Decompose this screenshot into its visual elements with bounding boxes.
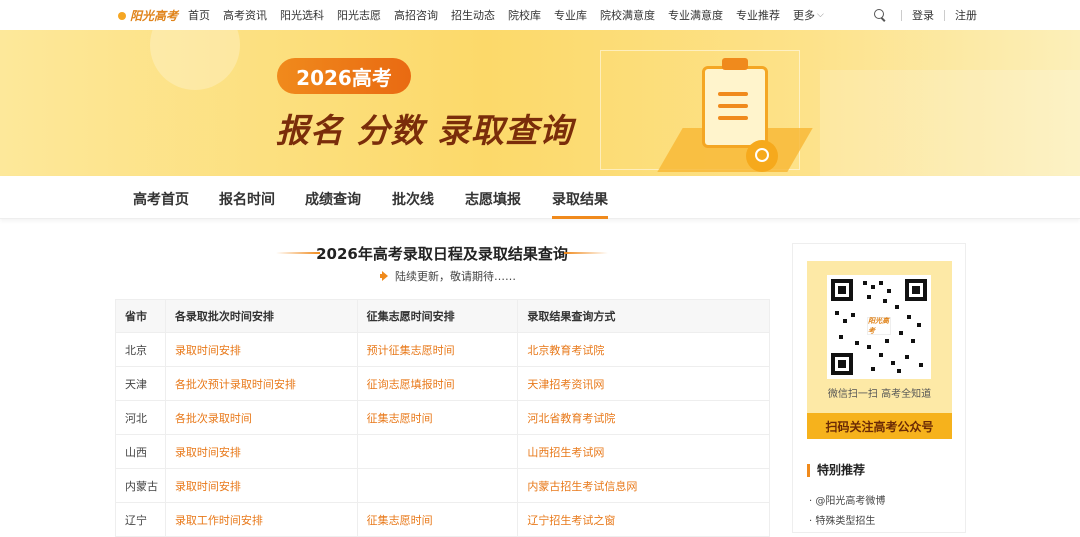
batch-schedule-link[interactable]: 各批次预计录取时间安排 bbox=[164, 366, 358, 401]
speaker-icon bbox=[380, 271, 390, 281]
nav-more[interactable]: 更多 ⌵ bbox=[793, 7, 837, 23]
qr-caption: 微信扫一扫 高考全知道 bbox=[827, 389, 932, 400]
province-cell: 河北 bbox=[115, 400, 166, 435]
recommend-list: · @阳光高考微博 · 特殊类型招生 bbox=[809, 492, 885, 532]
login-link[interactable]: 登录 bbox=[912, 7, 934, 23]
nav-item-subject-selection[interactable]: 阳光选科 bbox=[280, 7, 324, 23]
column-header: 各录取批次时间安排 bbox=[164, 299, 358, 333]
qr-code: 阳光高考 bbox=[827, 275, 931, 379]
batch-schedule-link[interactable]: 录取时间安排 bbox=[164, 434, 358, 469]
title-decor-line bbox=[276, 252, 320, 254]
banner-decoration bbox=[150, 30, 240, 90]
province-cell: 天津 bbox=[115, 366, 166, 401]
table-row: 天津 各批次预计录取时间安排 征询志愿填报时间 天津招考资讯网 bbox=[115, 366, 770, 401]
batch-schedule-link[interactable]: 录取时间安排 bbox=[164, 468, 358, 503]
nav-item-enroll-news[interactable]: 招生动态 bbox=[451, 7, 495, 23]
search-icon[interactable] bbox=[873, 8, 887, 22]
province-cell: 内蒙古 bbox=[115, 468, 166, 503]
recommend-link-label: @阳光高考微博 bbox=[815, 496, 886, 507]
nav-item-volunteer[interactable]: 阳光志愿 bbox=[337, 7, 381, 23]
table-row: 北京 录取时间安排 预计征集志愿时间 北京教育考试院 bbox=[115, 332, 770, 367]
tab-volunteer-fill[interactable]: 志愿填报 bbox=[465, 189, 521, 209]
nav-item-news[interactable]: 高考资讯 bbox=[223, 7, 267, 23]
wechat-qr-card: 阳光高考 微信扫一扫 高考全知道 扫码关注高考公众号 bbox=[807, 261, 952, 439]
province-cell: 辽宁 bbox=[115, 502, 166, 537]
divider bbox=[944, 9, 945, 21]
tab-admission-result[interactable]: 录取结果 bbox=[552, 189, 608, 219]
recommend-link-label: 特殊类型招生 bbox=[815, 516, 876, 527]
register-link[interactable]: 注册 bbox=[955, 7, 977, 23]
result-query-link[interactable]: 内蒙古招生考试信息网 bbox=[517, 468, 770, 503]
follow-official-account-button[interactable]: 扫码关注高考公众号 bbox=[807, 413, 952, 439]
section-title-text: 2026年高考录取日程及录取结果查询 bbox=[316, 245, 568, 263]
admission-schedule-table: 省市 各录取批次时间安排 征集志愿时间安排 录取结果查询方式 北京 录取时间安排… bbox=[115, 299, 770, 537]
logo-text: 阳光高考 bbox=[130, 8, 179, 23]
top-navbar: 阳光高考 首页 高考资讯 阳光选科 阳光志愿 高招咨询 招生动态 院校库 专业库… bbox=[0, 0, 1080, 30]
solicit-schedule-link[interactable]: 征集志愿时间 bbox=[356, 400, 519, 435]
result-query-link[interactable]: 辽宁招生考试之窗 bbox=[517, 502, 770, 537]
tab-gaokao-home[interactable]: 高考首页 bbox=[133, 189, 189, 209]
table-row: 山西 录取时间安排 山西招生考试网 bbox=[115, 434, 770, 469]
qr-logo: 阳光高考 bbox=[867, 316, 891, 335]
nav-item-consult[interactable]: 高招咨询 bbox=[394, 7, 438, 23]
solicit-schedule-cell bbox=[356, 434, 519, 469]
nav-item-school-satisfaction[interactable]: 院校满意度 bbox=[600, 7, 655, 23]
nav-item-major-db[interactable]: 专业库 bbox=[554, 7, 587, 23]
province-cell: 山西 bbox=[115, 434, 166, 469]
update-notice: 陆续更新，敬请期待…… bbox=[380, 268, 516, 284]
chevron-down-icon: ⌵ bbox=[817, 10, 824, 20]
province-cell: 北京 bbox=[115, 332, 166, 367]
divider bbox=[901, 9, 902, 21]
solicit-schedule-link[interactable]: 预计征集志愿时间 bbox=[356, 332, 519, 367]
banner-headline: 报名 分数 录取查询 bbox=[276, 111, 573, 150]
solicit-schedule-cell bbox=[356, 468, 519, 503]
tab-score-query[interactable]: 成绩查询 bbox=[305, 189, 361, 209]
main-nav: 首页 高考资讯 阳光选科 阳光志愿 高招咨询 招生动态 院校库 专业库 院校满意… bbox=[188, 0, 850, 30]
nav-item-major-recommend[interactable]: 专业推荐 bbox=[736, 7, 780, 23]
result-query-link[interactable]: 北京教育考试院 bbox=[517, 332, 770, 367]
banner-year-pill: 2026高考 bbox=[277, 58, 411, 94]
recommend-link[interactable]: · 特殊类型招生 bbox=[809, 512, 885, 532]
sidebar: 阳光高考 微信扫一扫 高考全知道 扫码关注高考公众号 特别推荐 · @阳光高考微… bbox=[792, 243, 966, 533]
recommend-link[interactable]: · @阳光高考微博 bbox=[809, 492, 885, 512]
site-logo[interactable]: 阳光高考 bbox=[116, 4, 178, 26]
batch-schedule-link[interactable]: 录取时间安排 bbox=[164, 332, 358, 367]
column-header: 省市 bbox=[115, 299, 166, 333]
banner-decoration bbox=[820, 70, 1080, 176]
batch-schedule-link[interactable]: 录取工作时间安排 bbox=[164, 502, 358, 537]
tab-registration-time[interactable]: 报名时间 bbox=[219, 189, 275, 209]
section-title: 2026年高考录取日程及录取结果查询 bbox=[276, 243, 608, 264]
column-header: 录取结果查询方式 bbox=[517, 299, 770, 333]
solicit-schedule-link[interactable]: 征询志愿填报时间 bbox=[356, 366, 519, 401]
solicit-schedule-link[interactable]: 征集志愿时间 bbox=[356, 502, 519, 537]
nav-more-label: 更多 bbox=[793, 9, 815, 22]
clipboard-search-icon bbox=[657, 58, 813, 172]
nav-item-major-satisfaction[interactable]: 专业满意度 bbox=[668, 7, 723, 23]
nav-item-home[interactable]: 首页 bbox=[188, 7, 210, 23]
column-header: 征集志愿时间安排 bbox=[356, 299, 519, 333]
result-query-link[interactable]: 山西招生考试网 bbox=[517, 434, 770, 469]
special-recommend-heading: 特别推荐 bbox=[807, 464, 865, 477]
sun-icon bbox=[116, 8, 128, 22]
table-row: 内蒙古 录取时间安排 内蒙古招生考试信息网 bbox=[115, 468, 770, 503]
notice-text: 陆续更新，敬请期待…… bbox=[395, 270, 516, 283]
account-area: 登录 注册 bbox=[873, 0, 987, 30]
title-decor-line bbox=[564, 252, 608, 254]
batch-schedule-link[interactable]: 各批次录取时间 bbox=[164, 400, 358, 435]
table-header-row: 省市 各录取批次时间安排 征集志愿时间安排 录取结果查询方式 bbox=[115, 299, 770, 333]
table-row: 河北 各批次录取时间 征集志愿时间 河北省教育考试院 bbox=[115, 400, 770, 435]
hero-banner: 2026高考 报名 分数 录取查询 bbox=[0, 30, 1080, 176]
tab-batch-line[interactable]: 批次线 bbox=[392, 189, 434, 209]
result-query-link[interactable]: 天津招考资讯网 bbox=[517, 366, 770, 401]
gaokao-subnav: 高考首页 报名时间 成绩查询 批次线 志愿填报 录取结果 bbox=[0, 176, 1080, 219]
result-query-link[interactable]: 河北省教育考试院 bbox=[517, 400, 770, 435]
nav-item-school-db[interactable]: 院校库 bbox=[508, 7, 541, 23]
table-row: 辽宁 录取工作时间安排 征集志愿时间 辽宁招生考试之窗 bbox=[115, 502, 770, 537]
